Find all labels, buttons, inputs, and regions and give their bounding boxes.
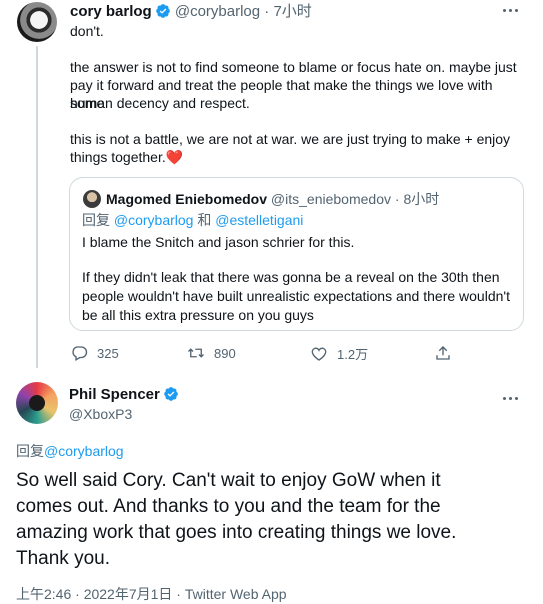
reply-context: 回复@corybarlog: [16, 442, 124, 460]
reply-count: 325: [97, 345, 119, 361]
tweet-text-line: human decency and respect.: [70, 95, 250, 111]
retweet-icon: [188, 348, 204, 358]
avatar[interactable]: [17, 2, 57, 42]
tweet-text-line: Thank you.: [16, 548, 110, 569]
quoted-author-name: Magomed Eniebomedov: [106, 191, 268, 207]
separator-dot: ·: [264, 3, 270, 20]
separator-dot: ·: [394, 191, 400, 207]
quoted-tweet-header: Magomed Eniebomedov @its_eniebomedov · 8…: [106, 190, 439, 208]
quoted-author-handle: @its_eniebomedov: [270, 191, 391, 207]
tweet-text-line: the answer is not to find someone to bla…: [70, 59, 517, 75]
verified-badge-icon: [164, 387, 178, 401]
author-handle[interactable]: @corybarlog: [175, 3, 260, 20]
avatar[interactable]: [16, 382, 58, 424]
thread-connector-line: [36, 46, 38, 368]
tweet-text-line: comes out. And thanks to you and the tea…: [16, 496, 441, 517]
like-button[interactable]: 1.2万: [310, 344, 368, 363]
heart-emoji: ❤️: [165, 149, 184, 165]
like-count: 1.2万: [337, 347, 369, 362]
retweet-button[interactable]: 890: [187, 344, 236, 362]
tweet-actions: 325 890 1.2万: [70, 344, 520, 364]
share-button[interactable]: [434, 344, 461, 362]
tweet-cory-barlog[interactable]: cory barlog @corybarlog · 7小时 don't. the…: [0, 0, 543, 370]
quoted-avatar: [83, 190, 101, 208]
quoted-reply-context: 回复 @corybarlog 和 @estelletigani: [82, 211, 303, 229]
reply-prefix: 回复: [82, 212, 110, 228]
mention-link[interactable]: @corybarlog: [114, 212, 194, 228]
tweet-text-line: So well said Cory. Can't wait to enjoy G…: [16, 470, 441, 491]
reply-prefix: 回复: [16, 443, 44, 459]
more-icon[interactable]: [503, 392, 523, 404]
quoted-text-line: be all this extra pressure on you guys: [82, 307, 314, 323]
author-handle[interactable]: @XboxP3: [69, 405, 132, 423]
tweet-text-line: don't.: [70, 23, 104, 39]
quoted-text-line: people wouldn't have built unrealistic e…: [82, 288, 510, 304]
quoted-tweet-time: 8小时: [403, 191, 440, 207]
reply-icon: [72, 346, 88, 361]
verified-badge-icon: [155, 4, 170, 18]
tweet-header: cory barlog @corybarlog · 7小时: [70, 3, 312, 21]
reply-button[interactable]: 325: [70, 344, 119, 362]
author-name[interactable]: cory barlog: [70, 3, 152, 20]
reply-and: 和: [197, 212, 212, 228]
mention-link[interactable]: @estelletigani: [215, 212, 303, 228]
author-name[interactable]: Phil Spencer: [69, 386, 160, 403]
quoted-text-line: If they didn't leak that there was gonna…: [82, 269, 500, 285]
tweet-text-line: things together.❤️: [70, 148, 520, 166]
retweet-count: 890: [214, 345, 236, 361]
tweet-text-segment: things together.: [70, 149, 166, 165]
tweet-text-line: this is not a battle, we are not at war.…: [70, 131, 511, 147]
tweet-timestamp-source[interactable]: 上午2:46 · 2022年7月1日 · Twitter Web App: [16, 585, 287, 603]
more-icon[interactable]: [503, 4, 523, 16]
mention-link[interactable]: @corybarlog: [44, 443, 124, 459]
tweet-time[interactable]: 7小时: [273, 3, 311, 20]
quoted-text-line: I blame the Snitch and jason schrier for…: [82, 234, 355, 250]
share-icon: [436, 346, 450, 360]
heart-icon: [311, 347, 327, 361]
tweet-text-line: amazing work that goes into creating thi…: [16, 522, 457, 543]
quoted-tweet[interactable]: Magomed Eniebomedov @its_eniebomedov · 8…: [69, 177, 524, 331]
author-name-row: Phil Spencer: [69, 386, 179, 404]
